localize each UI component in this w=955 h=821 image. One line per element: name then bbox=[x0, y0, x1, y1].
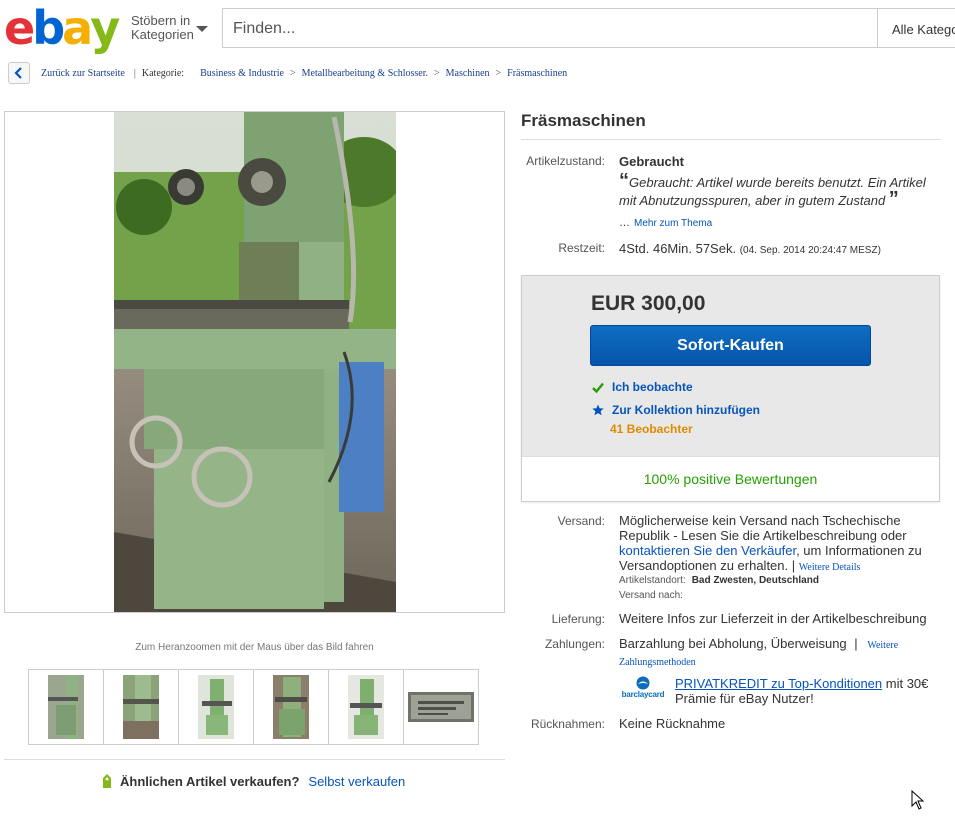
barclaycard-logo: barclaycard bbox=[619, 676, 667, 704]
location-label: Artikelstandort: bbox=[619, 575, 686, 586]
item-location: Artikelstandort: Bad Zwesten, Deutschland bbox=[619, 575, 819, 586]
breadcrumb-separator: > bbox=[289, 67, 296, 79]
ships-to-label: Versand nach: bbox=[619, 590, 683, 601]
shipping-label: Versand: bbox=[557, 514, 605, 528]
buy-box: EUR 300,00 Sofort-Kaufen Ich beobachte Z… bbox=[521, 275, 940, 502]
category-select[interactable]: Alle Katego bbox=[877, 8, 955, 48]
watch-item-link[interactable]: Ich beobachte bbox=[591, 380, 693, 394]
star-icon bbox=[591, 404, 605, 416]
chevron-left-icon bbox=[14, 67, 22, 79]
breadcrumb-item-fraesmaschinen[interactable]: Fräsmaschinen bbox=[507, 68, 567, 79]
browse-line1: Stöbern in bbox=[131, 13, 191, 28]
logo-letter-e: e bbox=[4, 1, 35, 55]
item-title: Fräsmaschinen bbox=[521, 111, 646, 130]
contact-seller-link[interactable]: kontaktieren Sie den Verkäufer bbox=[619, 543, 796, 558]
watcher-count: 41 Beobachter bbox=[610, 422, 693, 436]
shipping-value: Möglicherweise kein Versand nach Tschech… bbox=[619, 513, 937, 575]
barclaycard-word: barclaycard bbox=[621, 690, 665, 699]
seller-feedback-text: 100% positive Bewertungen bbox=[643, 471, 818, 487]
delivery-label: Lieferung: bbox=[551, 612, 605, 626]
shipping-text-1: Möglicherweise kein Versand nach Tschech… bbox=[619, 513, 907, 543]
close-quote-mark: ” bbox=[888, 188, 899, 210]
main-product-image[interactable] bbox=[114, 112, 396, 612]
add-to-collection-label: Zur Kollektion hinzufügen bbox=[612, 403, 760, 417]
condition-more-ellipsis: … bbox=[619, 217, 630, 229]
time-left-value: 4Std. 46Min. 57Sek. (04. Sep. 2014 20:24… bbox=[619, 241, 881, 256]
header: e b a y Stöbern in Kategorien Finden... … bbox=[0, 0, 955, 56]
returns-label: Rücknahmen: bbox=[530, 717, 605, 731]
delivery-value: Weitere Infos zur Lieferzeit in der Arti… bbox=[619, 611, 927, 626]
sell-similar-question: Ähnlichen Artikel verkaufen? bbox=[120, 773, 300, 789]
open-quote-mark: “ bbox=[619, 170, 629, 192]
time-left-label: Restzeit: bbox=[558, 241, 605, 255]
main-image-frame[interactable] bbox=[4, 111, 505, 613]
end-date: (04. Sep. 2014 20:24:47 MESZ) bbox=[739, 245, 881, 256]
browse-line2: Kategorien bbox=[131, 27, 194, 42]
breadcrumb-category-label: Kategorie: bbox=[141, 67, 185, 79]
condition-description-text: Gebraucht: Artikel wurde bereits benutzt… bbox=[619, 175, 926, 208]
condition-label: Artikelzustand: bbox=[526, 154, 605, 168]
thumbnail-2[interactable] bbox=[103, 669, 179, 745]
breadcrumb-divider: | bbox=[133, 67, 136, 79]
price: EUR 300,00 bbox=[591, 292, 706, 315]
credit-offer: barclaycard PRIVATKREDIT zu Top-Konditio… bbox=[619, 676, 943, 706]
back-button[interactable] bbox=[8, 62, 30, 84]
credit-text: PRIVATKREDIT zu Top-Konditionen mit 30€ … bbox=[675, 676, 943, 706]
payment-separator: | bbox=[854, 636, 858, 651]
eagle-icon bbox=[636, 676, 650, 690]
logo-letter-y: y bbox=[90, 1, 120, 55]
condition-value: Gebraucht bbox=[619, 154, 685, 169]
condition-description: “Gebraucht: Artikel wurde bereits benutz… bbox=[619, 171, 939, 210]
browse-categories-button[interactable]: Stöbern in Kategorien bbox=[131, 14, 194, 42]
mouse-pointer-icon bbox=[911, 790, 925, 810]
chevron-down-icon[interactable] bbox=[196, 26, 208, 32]
checkmark-icon bbox=[591, 382, 605, 393]
thumbnail-1[interactable] bbox=[28, 669, 104, 745]
thumbnail-6[interactable] bbox=[403, 669, 479, 745]
location-value: Bad Zwesten, Deutschland bbox=[691, 575, 819, 586]
credit-offer-link[interactable]: PRIVATKREDIT zu Top-Konditionen bbox=[675, 676, 882, 691]
time-left-countdown: 4Std. 46Min. 57Sek. bbox=[619, 241, 737, 256]
breadcrumb-separator: > bbox=[495, 67, 502, 79]
logo-letter-a: a bbox=[62, 1, 93, 55]
zoom-hint: Zum Heranzoomen mit der Maus über das Bi… bbox=[135, 642, 374, 653]
seller-feedback[interactable]: 100% positive Bewertungen bbox=[522, 456, 939, 501]
thumbnail-3[interactable] bbox=[178, 669, 254, 745]
search-input[interactable]: Finden... bbox=[222, 8, 878, 48]
logo-letter-b: b bbox=[32, 1, 65, 55]
buy-now-button[interactable]: Sofort-Kaufen bbox=[590, 325, 871, 366]
price-tag-icon bbox=[103, 774, 111, 788]
breadcrumb-item-maschinen[interactable]: Maschinen bbox=[446, 68, 490, 79]
payment-value: Barzahlung bei Abholung, Überweisung | W… bbox=[619, 636, 937, 670]
breadcrumb-item-business[interactable]: Business & Industrie bbox=[200, 68, 284, 79]
add-to-collection-link[interactable]: Zur Kollektion hinzufügen bbox=[591, 403, 760, 417]
thumbnail-4[interactable] bbox=[253, 669, 329, 745]
thumbnail-strip bbox=[28, 669, 479, 745]
thumbnail-5[interactable] bbox=[328, 669, 404, 745]
breadcrumb-item-metallbearbeitung[interactable]: Metallbearbeitung & Schlosser. bbox=[302, 68, 428, 79]
breadcrumb: Zurück zur Startseite | Kategorie: Busin… bbox=[8, 62, 567, 84]
payment-label: Zahlungen: bbox=[544, 637, 605, 651]
section-divider bbox=[4, 759, 505, 760]
sell-similar-row: Ähnlichen Artikel verkaufen? Selbst verk… bbox=[100, 772, 405, 790]
ebay-logo[interactable]: e b a y bbox=[4, 1, 120, 55]
shipping-separator: | bbox=[791, 558, 796, 573]
payment-methods: Barzahlung bei Abholung, Überweisung bbox=[619, 636, 847, 651]
title-divider bbox=[521, 139, 941, 140]
breadcrumb-separator: > bbox=[433, 67, 440, 79]
watch-item-label: Ich beobachte bbox=[612, 380, 693, 394]
shipping-details-link[interactable]: Weitere Details bbox=[799, 562, 861, 573]
sell-yourself-link[interactable]: Selbst verkaufen bbox=[308, 774, 405, 789]
condition-more-link[interactable]: Mehr zum Thema bbox=[634, 218, 712, 229]
condition-more: … Mehr zum Thema bbox=[619, 217, 712, 229]
returns-value: Keine Rücknahme bbox=[619, 716, 726, 731]
back-to-home-link[interactable]: Zurück zur Startseite bbox=[41, 68, 125, 79]
